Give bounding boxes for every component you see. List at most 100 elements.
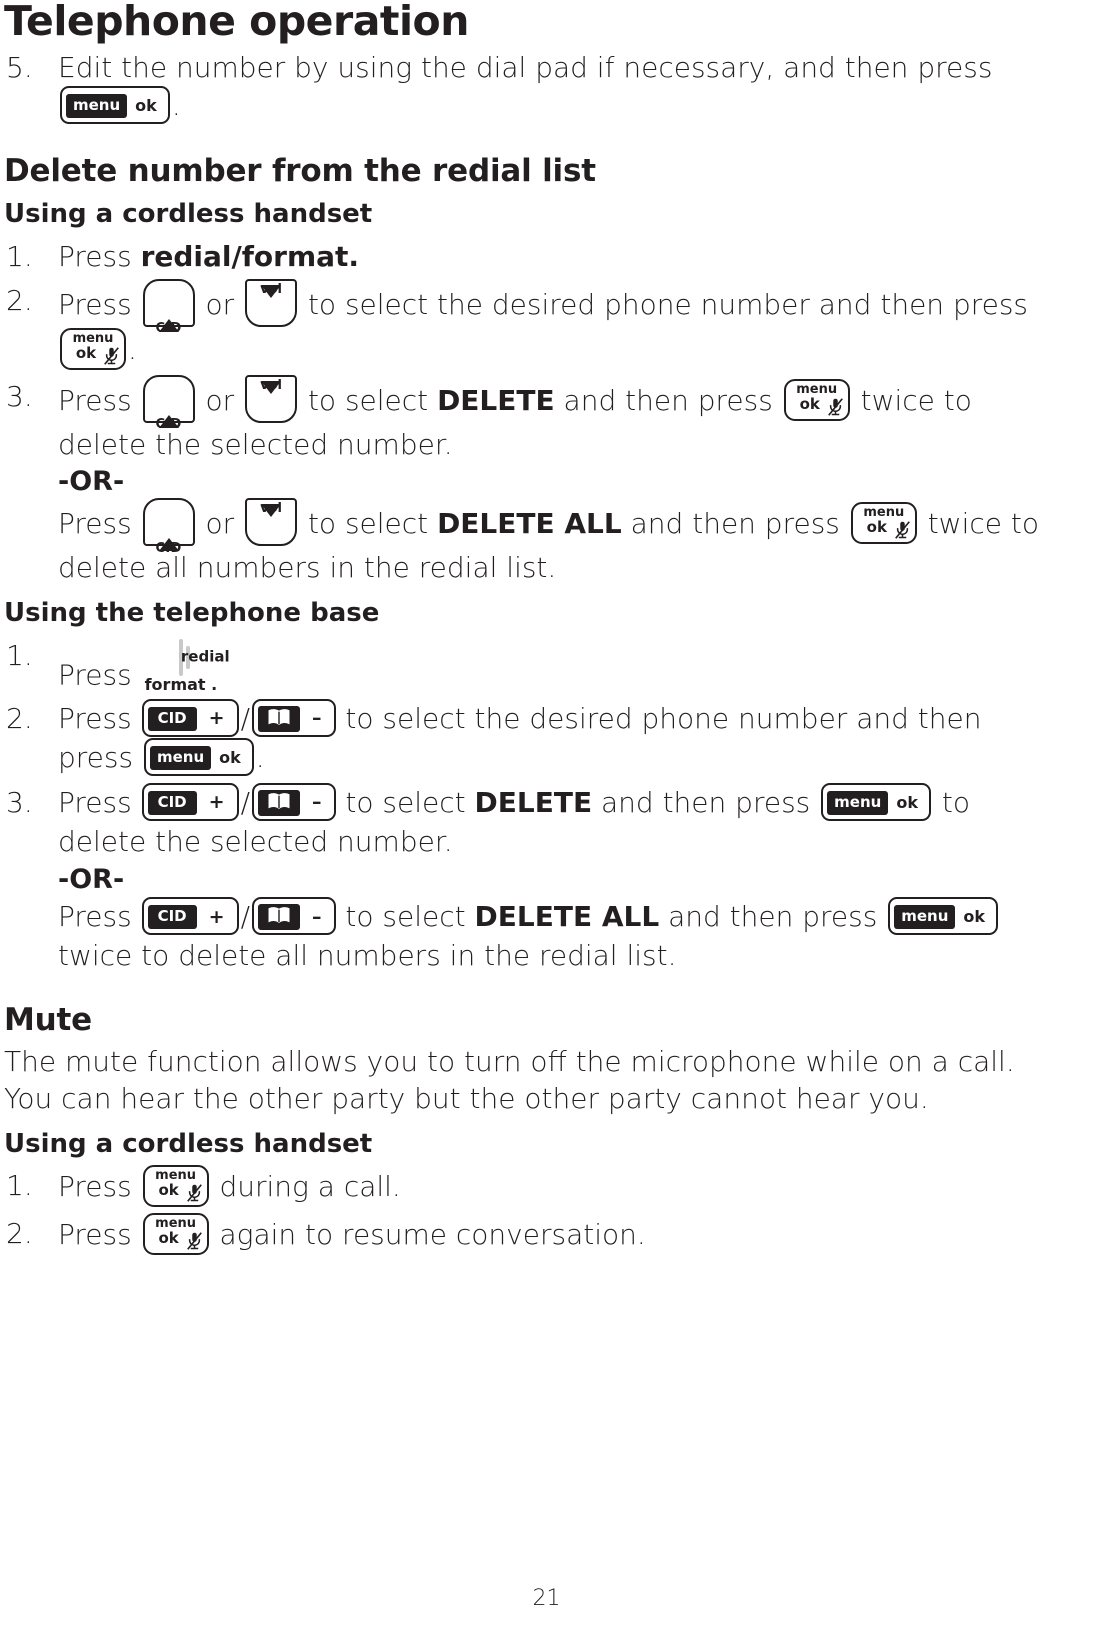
slash-separator: / — [240, 701, 250, 735]
menu-ok-key[interactable]: menu ok — [821, 782, 931, 821]
list-item: 1. Press menu ok during a call. — [4, 1165, 1063, 1209]
mute-microphone-icon — [104, 346, 119, 365]
or-separator: -OR- — [58, 863, 125, 895]
menu-chip-label: menu — [66, 93, 128, 118]
handset-cid-key[interactable]: + CID — [142, 497, 195, 555]
handset-menu-ok-mute-key[interactable]: menu ok — [783, 378, 850, 421]
step-text: and then press — [621, 506, 849, 540]
mute-microphone-icon — [186, 1184, 202, 1203]
step-text: Press — [58, 785, 141, 819]
base-phonebook-icon-chip — [258, 904, 300, 931]
redial-button-shape[interactable]: redial — [178, 638, 230, 676]
list-item: 5. Edit the number by using the dial pad… — [4, 49, 1063, 126]
step-text: or — [196, 383, 244, 417]
ok-label: ok — [219, 747, 241, 767]
menu-ok-key[interactable]: menu ok — [143, 737, 254, 776]
step-text: to select the desired phone number and t… — [299, 287, 1029, 321]
mute-microphone-icon — [827, 397, 843, 416]
section-title-mute: Mute — [4, 1001, 92, 1038]
plus-glyph: + — [163, 290, 174, 305]
menu-chip-label: menu — [827, 790, 889, 815]
menu-chip-label: menu — [894, 905, 956, 930]
step-text: . — [128, 332, 137, 366]
step-text: Press — [58, 287, 141, 321]
mute-microphone-icon — [186, 1232, 202, 1251]
step-text: to select — [299, 383, 438, 417]
base-cid-label: CID — [147, 706, 197, 731]
step-number: 1. — [6, 1169, 33, 1203]
step-text: Press — [58, 701, 141, 735]
step-number: 1. — [6, 638, 33, 672]
handset-menu-ok-mute-key[interactable]: menu ok — [60, 327, 126, 370]
step-body: Press + CID or vol to select the desired … — [58, 278, 1063, 372]
list-item: 1. Press redial format . — [4, 637, 1063, 694]
plus-sign: + — [208, 905, 225, 928]
phonebook-icon — [268, 709, 290, 725]
step-body: Press redial format . — [58, 637, 1063, 694]
handset-vol-down-key[interactable]: vol — [245, 278, 298, 331]
base-phonebook-icon-chip — [258, 789, 300, 816]
step-text: Press — [58, 1218, 141, 1252]
handset-vol-down-key[interactable]: vol — [245, 497, 298, 550]
triangle-down-icon — [261, 503, 282, 550]
minus-sign: – — [312, 791, 322, 814]
list-item: 3. Press CID + / – to select DELETE and then… — [4, 782, 1063, 975]
page-number: 21 — [532, 1586, 561, 1611]
page-title: Telephone operation — [4, 0, 469, 45]
step-text: or — [196, 287, 244, 321]
subsection-mute-handset: Using a cordless handset — [4, 1128, 373, 1159]
step-number: 3. — [6, 785, 33, 819]
base-cid-up-key[interactable]: CID + — [141, 782, 239, 821]
step-body: Press CID + / – to select the desired phone… — [58, 698, 1063, 778]
base-cid-up-key[interactable]: CID + — [141, 698, 239, 737]
ok-label: ok — [135, 95, 157, 115]
handset-cid-key[interactable]: + CID — [142, 374, 195, 431]
list-item: 2. Press + CID or vol to select the desire… — [4, 278, 1063, 372]
base-redial-format-key[interactable]: redial format . — [145, 638, 230, 696]
minus-sign: – — [312, 905, 322, 928]
step-text: . — [255, 740, 265, 774]
step-text: Press — [58, 900, 141, 934]
step-body: Press menu ok again to resume conversatio… — [58, 1213, 1063, 1257]
step-number: 3. — [6, 379, 33, 413]
handset-menu-ok-mute-key[interactable]: menu ok — [142, 1165, 209, 1208]
mute-microphone-icon — [894, 521, 910, 539]
step-body: Press + CID or vol to select DELETE and t… — [58, 374, 1063, 587]
continued-step-list: 5. Edit the number by using the dial pad… — [4, 49, 1063, 126]
list-item: 3. Press + CID or vol to select DELETE and… — [4, 374, 1063, 587]
handset-vol-down-key[interactable]: vol — [245, 374, 298, 427]
handset-menu-ok-mute-key[interactable]: menu ok — [142, 1213, 209, 1256]
step-text: to select — [299, 506, 438, 540]
manual-page: Telephone operation 5. Edit the number b… — [0, 0, 1093, 1629]
emphasis-text: redial/format. — [140, 239, 360, 273]
base-phonebook-down-key[interactable]: – — [252, 897, 336, 936]
triangle-down-icon — [261, 380, 282, 427]
handset-cid-key[interactable]: + CID — [142, 278, 195, 335]
base-cid-up-key[interactable]: CID + — [141, 897, 239, 936]
step-text: Edit the number by using the dial pad if… — [58, 51, 993, 85]
list-item: 2. Press menu ok again to resume conversat… — [4, 1213, 1063, 1257]
step-key-slot: menu ok. — [58, 85, 181, 124]
list-item: 2. Press CID + / – to select the desired pho… — [4, 698, 1063, 778]
emphasis-text: DELETE — [474, 785, 593, 819]
phonebook-icon — [268, 793, 290, 809]
base-phonebook-down-key[interactable]: – — [252, 698, 336, 737]
menu-ok-key[interactable]: menu ok — [888, 897, 999, 936]
step-body: Press redial/format. — [58, 238, 1063, 276]
emphasis-text: DELETE ALL — [437, 506, 622, 540]
handset-menu-label: menu — [863, 504, 905, 520]
step-text: Press — [58, 658, 141, 692]
step-text: again to resume conversation. — [210, 1218, 646, 1252]
subsection-handset: Using a cordless handset — [4, 198, 373, 229]
step-text: Press — [58, 383, 141, 417]
ok-label: ok — [963, 907, 986, 927]
handset-menu-ok-mute-key[interactable]: menu ok — [850, 501, 917, 544]
step-number: 5. — [6, 51, 33, 85]
page-content: Telephone operation 5. Edit the number b… — [0, 0, 1093, 1257]
menu-chip-label: menu — [149, 745, 212, 770]
base-phonebook-down-key[interactable]: – — [252, 782, 336, 821]
emphasis-text: DELETE — [437, 383, 555, 417]
menu-ok-key[interactable]: menu ok — [60, 85, 170, 124]
or-separator: -OR- — [58, 466, 125, 498]
emphasis-text: DELETE ALL — [474, 900, 660, 934]
